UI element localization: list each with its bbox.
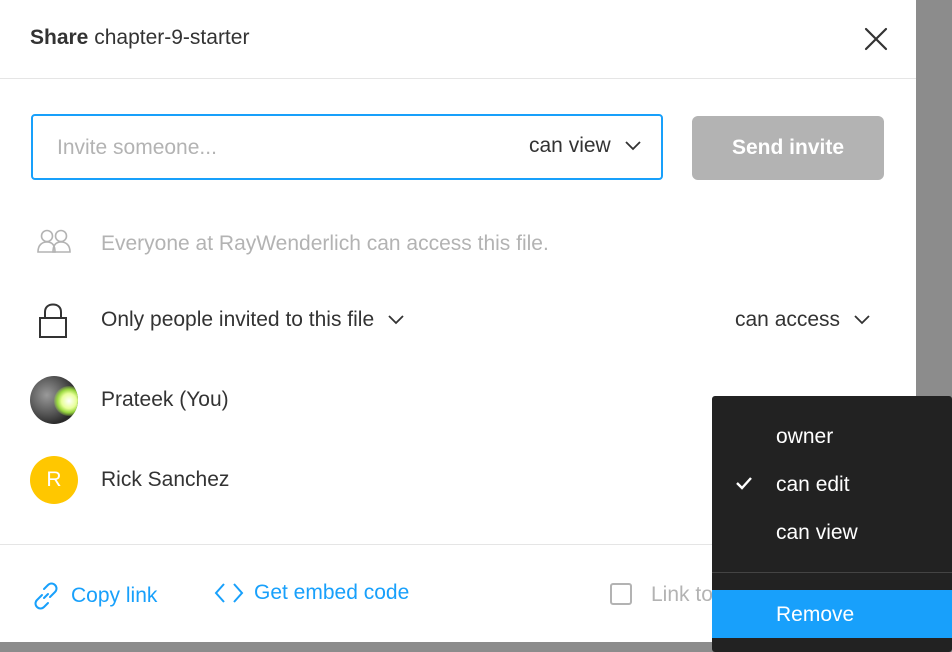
invite-input[interactable] [57,132,497,164]
menu-item-label: can view [776,521,858,544]
link-checkbox-label: Link to [651,583,713,606]
dialog-title: Share chapter-9-starter [30,26,249,50]
access-dropdown[interactable]: can access [735,308,870,332]
avatar [30,376,78,424]
visibility-label: Only people invited to this file [101,308,375,331]
copy-link-label: Copy link [71,584,158,607]
menu-item-remove[interactable]: Remove [712,590,952,638]
chevron-down-icon [388,315,404,325]
close-icon[interactable] [862,25,890,53]
invite-permission-dropdown[interactable]: can view [529,134,641,158]
avatar-photo-highlight [54,386,78,416]
menu-item-label: owner [776,425,834,448]
lock-icon [39,303,67,338]
menu-item-label: can edit [776,473,850,496]
visibility-dropdown[interactable]: Only people invited to this file [101,308,404,332]
code-icon [214,583,244,603]
avatar: R [30,456,78,504]
menu-divider [712,572,952,573]
dialog-header: Share chapter-9-starter [0,0,916,79]
copy-link-button[interactable]: Copy link [31,581,157,611]
person-name: Rick Sanchez [101,468,230,491]
send-invite-label: Send invite [731,136,845,159]
person-name: Prateek (You) [101,388,229,411]
role-dropdown-menu: owner can edit can view Remove [712,396,952,652]
access-label: can access [735,308,841,331]
menu-item-label: Remove [776,603,855,626]
file-name: chapter-9-starter [94,26,250,49]
avatar-initial: R [46,468,62,491]
checkmark-icon [736,477,752,490]
invite-field-container: can view [31,114,663,180]
dialog-title-prefix: Share [30,26,89,49]
menu-item-can-view[interactable]: can view [712,508,952,556]
menu-item-owner[interactable]: owner [712,412,952,460]
embed-code-label: Get embed code [254,581,410,604]
chevron-down-icon [854,315,870,325]
link-checkbox[interactable] [610,583,632,605]
everyone-row: Everyone at RayWenderlich can access thi… [0,224,916,264]
send-invite-button[interactable]: Send invite [692,116,884,180]
invite-permission-label: can view [529,134,611,157]
chevron-down-icon [625,141,641,151]
link-icon [34,582,58,610]
get-embed-code-button[interactable]: Get embed code [214,581,409,605]
menu-item-can-edit[interactable]: can edit [712,460,952,508]
everyone-access-text: Everyone at RayWenderlich can access thi… [101,232,549,255]
